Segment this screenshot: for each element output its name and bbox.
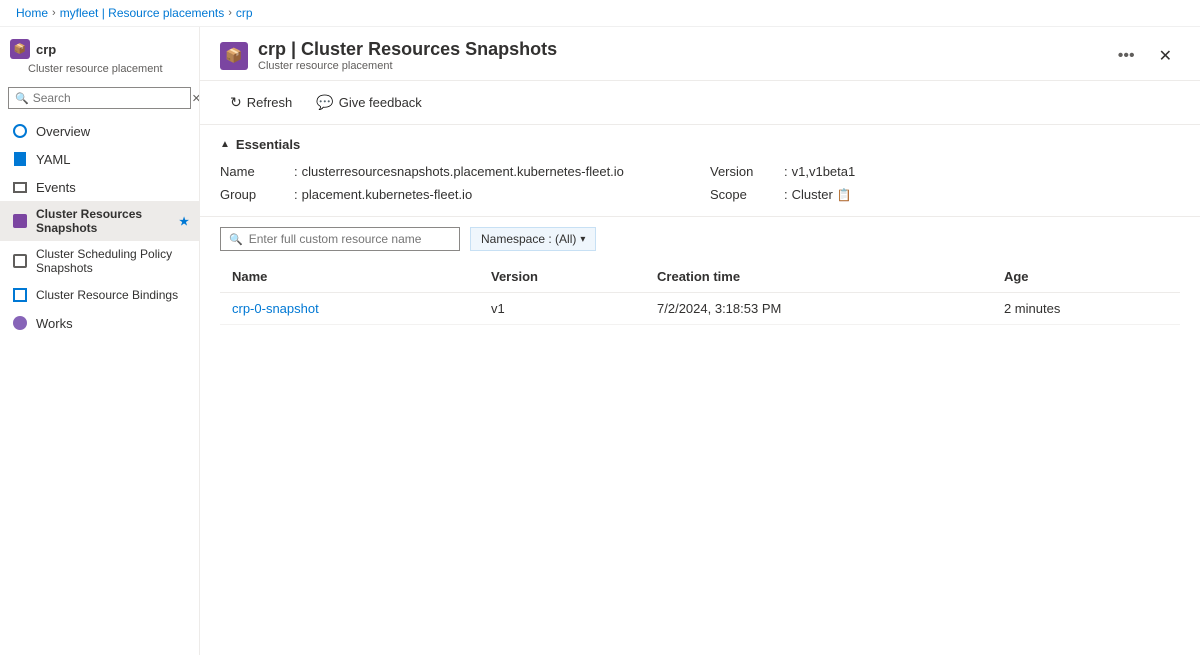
sidebar-search-box[interactable]: 🔍 ✕ « [8, 87, 191, 109]
yaml-icon [12, 151, 28, 167]
title-bar: 📦 crp | Cluster Resources Snapshots Clus… [200, 27, 1200, 81]
essentials-toggle[interactable]: ▲ Essentials [220, 137, 1180, 152]
resource-name-filter-input[interactable] [249, 232, 449, 246]
essentials-group-label: Group [220, 187, 290, 202]
namespace-filter-label: Namespace : (All) [481, 232, 576, 246]
events-icon [12, 179, 28, 195]
namespace-filter-chevron-icon: ▾ [580, 234, 585, 245]
refresh-label: Refresh [247, 95, 293, 110]
overview-icon [12, 123, 28, 139]
feedback-button[interactable]: 💬 Give feedback [306, 89, 432, 116]
toolbar: ↻ Refresh 💬 Give feedback [200, 81, 1200, 125]
table-header: Name Version Creation time Age [220, 261, 1180, 293]
sidebar-resource-icon: 📦 [10, 39, 30, 59]
essentials-scope-row: Scope : Cluster 📋 [710, 185, 1180, 204]
sidebar-item-works-label: Works [36, 316, 73, 331]
essentials-group-value: placement.kubernetes-fleet.io [302, 187, 473, 202]
sidebar-item-cluster-resource-bindings[interactable]: Cluster Resource Bindings [0, 281, 199, 309]
namespace-filter-badge[interactable]: Namespace : (All) ▾ [470, 227, 596, 251]
breadcrumb: Home › myfleet | Resource placements › c… [0, 0, 1200, 27]
sidebar: 📦 crp Cluster resource placement 🔍 ✕ « O… [0, 27, 200, 655]
col-header-creation-time: Creation time [645, 261, 992, 293]
scope-copy-icon[interactable]: 📋 [837, 188, 852, 202]
essentials-group-row: Group : placement.kubernetes-fleet.io [220, 185, 690, 204]
search-icon: 🔍 [15, 92, 29, 105]
essentials-grid: Name : clusterresourcesnapshots.placemen… [220, 162, 1180, 204]
essentials-chevron-icon: ▲ [220, 139, 230, 150]
page-title: crp | Cluster Resources Snapshots [258, 39, 1102, 60]
sidebar-item-events[interactable]: Events [0, 173, 199, 201]
refresh-button[interactable]: ↻ Refresh [220, 89, 302, 116]
sidebar-header: 📦 crp [0, 31, 199, 63]
breadcrumb-fleet[interactable]: myfleet | Resource placements [60, 6, 225, 20]
close-button[interactable]: ✕ [1151, 42, 1180, 70]
main-content: 📦 crp | Cluster Resources Snapshots Clus… [200, 27, 1200, 655]
sidebar-search-input[interactable] [33, 91, 188, 105]
essentials-scope-label: Scope [710, 187, 780, 202]
essentials-scope-value: Cluster 📋 [792, 187, 852, 202]
filter-search-icon: 🔍 [229, 233, 243, 246]
essentials-name-label: Name [220, 164, 290, 179]
filter-bar: 🔍 Namespace : (All) ▾ [200, 217, 1200, 261]
feedback-label: Give feedback [339, 95, 422, 110]
essentials-label: Essentials [236, 137, 300, 152]
col-header-name: Name [220, 261, 479, 293]
title-resource-icon: 📦 [220, 42, 248, 70]
essentials-section: ▲ Essentials Name : clusterresourcesnaps… [200, 125, 1200, 217]
more-options-button[interactable]: ••• [1112, 45, 1141, 67]
sidebar-item-cluster-resources-snapshots[interactable]: Cluster Resources Snapshots ★ [0, 201, 199, 241]
works-icon [12, 315, 28, 331]
refresh-icon: ↻ [230, 94, 242, 111]
essentials-name-row: Name : clusterresourcesnapshots.placemen… [220, 162, 690, 181]
breadcrumb-home[interactable]: Home [16, 6, 48, 20]
title-text-block: crp | Cluster Resources Snapshots Cluste… [258, 39, 1102, 72]
cell-name: crp-0-snapshot [220, 293, 479, 325]
page-subtitle: Cluster resource placement [258, 60, 1102, 72]
star-icon[interactable]: ★ [179, 215, 189, 228]
col-header-age: Age [992, 261, 1180, 293]
resources-table: Name Version Creation time Age crp-0-sna… [220, 261, 1180, 325]
essentials-version-label: Version [710, 164, 780, 179]
sidebar-item-yaml[interactable]: YAML [0, 145, 199, 173]
sidebar-item-overview-label: Overview [36, 124, 90, 139]
sidebar-item-cluster-resource-bindings-label: Cluster Resource Bindings [36, 288, 178, 302]
sidebar-item-cluster-resources-snapshots-label: Cluster Resources Snapshots [36, 207, 171, 235]
table-row: crp-0-snapshot v1 7/2/2024, 3:18:53 PM 2… [220, 293, 1180, 325]
resource-link[interactable]: crp-0-snapshot [232, 301, 319, 316]
clear-search-icon[interactable]: ✕ [192, 92, 200, 105]
cell-creation-time: 7/2/2024, 3:18:53 PM [645, 293, 992, 325]
sidebar-item-yaml-label: YAML [36, 152, 70, 167]
snapshot-icon [12, 213, 28, 229]
bindings-icon [12, 287, 28, 303]
sidebar-item-works[interactable]: Works [0, 309, 199, 337]
essentials-version-row: Version : v1,v1beta1 [710, 162, 1180, 181]
essentials-name-value: clusterresourcesnapshots.placement.kuber… [302, 164, 624, 179]
scheduling-icon [12, 253, 28, 269]
sidebar-item-overview[interactable]: Overview [0, 117, 199, 145]
sidebar-item-cluster-scheduling-policy-snapshots[interactable]: Cluster Scheduling Policy Snapshots [0, 241, 199, 281]
sidebar-resource-subtitle: Cluster resource placement [0, 63, 199, 83]
feedback-icon: 💬 [316, 94, 333, 111]
col-header-version: Version [479, 261, 645, 293]
table-body: crp-0-snapshot v1 7/2/2024, 3:18:53 PM 2… [220, 293, 1180, 325]
breadcrumb-current: crp [236, 6, 253, 20]
cell-version: v1 [479, 293, 645, 325]
sidebar-item-events-label: Events [36, 180, 76, 195]
filter-search-box[interactable]: 🔍 [220, 227, 460, 251]
resources-table-container: Name Version Creation time Age crp-0-sna… [200, 261, 1200, 325]
sidebar-item-cluster-scheduling-policy-snapshots-label: Cluster Scheduling Policy Snapshots [36, 247, 189, 275]
cell-age: 2 minutes [992, 293, 1180, 325]
essentials-version-value: v1,v1beta1 [792, 164, 856, 179]
sidebar-resource-name: crp [36, 42, 56, 57]
